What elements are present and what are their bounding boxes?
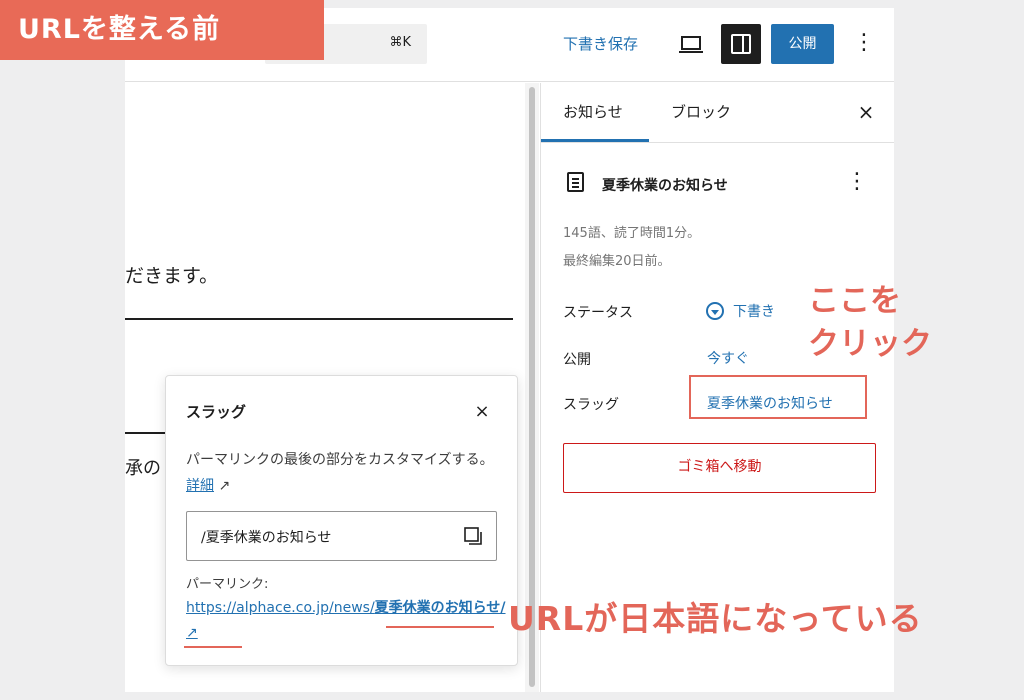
draft-status-icon	[706, 302, 724, 320]
slug-highlight-box	[689, 375, 867, 419]
permalink-slug: 夏季休業のお知らせ/	[374, 600, 506, 616]
document-icon	[567, 172, 584, 192]
permalink-link[interactable]: https://alphace.co.jp/news/夏季休業のお知らせ/ ↗	[186, 596, 506, 646]
help-text: パーマリンクの最後の部分をカスタマイズする。	[186, 452, 494, 468]
word-count: 145語、読了時間1分。	[563, 226, 701, 241]
publish-date-button[interactable]: 今すぐ	[707, 348, 749, 368]
more-options-icon[interactable]: ⋮	[845, 169, 869, 197]
popover-title: スラッグ	[186, 403, 247, 421]
external-link-icon: ↗	[186, 625, 198, 641]
annotation-url-note: URLが日本語になっている	[508, 599, 923, 638]
annotation-underline	[386, 626, 494, 628]
settings-sidebar-toggle[interactable]	[721, 24, 761, 64]
post-title: 夏季休業のお知らせ	[602, 178, 728, 194]
paragraph-text[interactable]: だきます。	[125, 261, 218, 288]
close-icon[interactable]: ×	[470, 400, 494, 424]
publish-button[interactable]: 公開	[771, 24, 834, 64]
slug-input[interactable]: /夏季休業のお知らせ	[186, 511, 497, 561]
slug-popover: スラッグ × パーマリンクの最後の部分をカスタマイズする。 詳細 ↗ /夏季休業…	[165, 375, 518, 666]
copy-icon[interactable]	[463, 526, 483, 546]
shortcut-label: ⌘K	[389, 35, 411, 50]
annotation-click-here: ここを	[808, 283, 901, 319]
publish-label: 公開	[563, 352, 591, 368]
popover-help: パーマリンクの最後の部分をカスタマイズする。 詳細 ↗	[186, 447, 504, 499]
annotation-underline	[184, 646, 242, 648]
close-icon[interactable]: ×	[854, 100, 878, 124]
divider	[541, 142, 894, 143]
last-edited: 最終編集20日前。	[563, 254, 671, 269]
status-value[interactable]: 下書き	[706, 301, 775, 321]
tab-post[interactable]: お知らせ	[563, 83, 623, 142]
slug-label: スラッグ	[563, 397, 619, 413]
move-to-trash-button[interactable]: ゴミ箱へ移動	[563, 443, 876, 493]
desktop-preview-icon	[679, 36, 703, 53]
status-value-text: 下書き	[733, 304, 775, 320]
more-options-icon[interactable]: ⋮	[849, 26, 879, 62]
paragraph-text[interactable]: 承の	[125, 454, 161, 480]
permalink-base: https://alphace.co.jp/news/	[186, 600, 375, 616]
save-draft-button[interactable]: 下書き保存	[563, 33, 638, 54]
annotation-corner-label: URLを整える前	[0, 0, 324, 60]
external-link-icon: ↗	[214, 478, 231, 494]
separator-line	[125, 432, 165, 434]
permalink-label: パーマリンク:	[186, 577, 269, 592]
sidebar-icon	[731, 34, 751, 54]
details-link[interactable]: 詳細	[186, 478, 214, 494]
separator-line	[125, 318, 513, 320]
annotation-click: クリック	[808, 326, 932, 362]
preview-button[interactable]	[673, 26, 709, 62]
slug-input-value: /夏季休業のお知らせ	[201, 530, 332, 546]
status-label: ステータス	[563, 305, 633, 321]
tab-block[interactable]: ブロック	[671, 83, 731, 142]
